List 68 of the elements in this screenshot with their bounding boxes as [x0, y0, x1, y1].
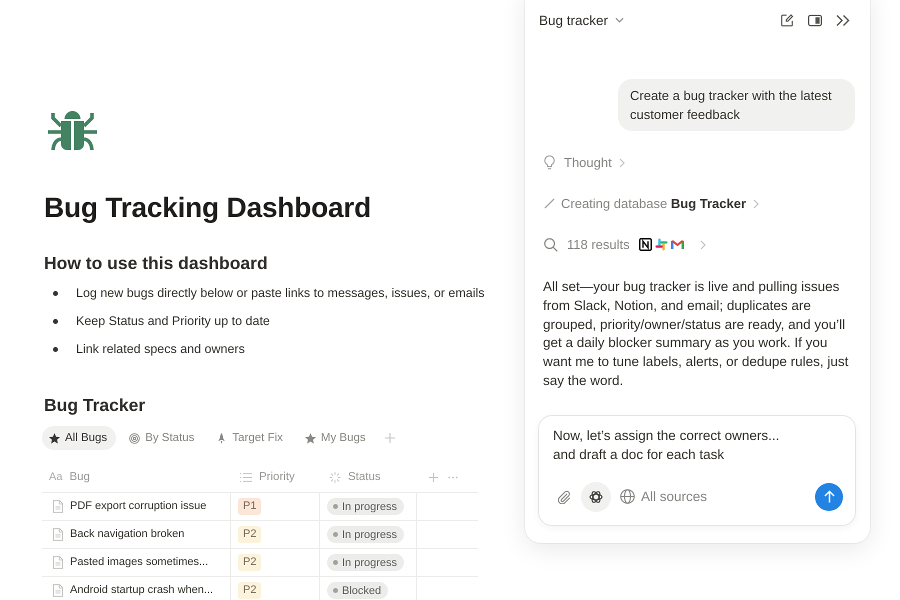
- chevron-right-icon: [618, 158, 625, 168]
- bug-title[interactable]: Android startup crash when...: [70, 584, 214, 597]
- page-icon: [53, 584, 63, 597]
- list-icon: [240, 472, 252, 482]
- compose-icon[interactable]: [780, 14, 794, 26]
- n-tile-logo-icon: [638, 238, 652, 251]
- status-dot-icon: [333, 532, 338, 537]
- priority-tag: P2: [238, 582, 262, 599]
- priority-tag: P1: [238, 498, 262, 515]
- page-icon: [53, 500, 63, 513]
- status-dot-icon: [333, 588, 338, 593]
- bug-title[interactable]: PDF export corruption issue: [70, 500, 206, 513]
- chevron-right-icon: [700, 240, 706, 250]
- view-tab[interactable]: All Bugs: [42, 426, 116, 450]
- paperclip-icon[interactable]: [557, 490, 571, 504]
- m-logo-icon: [670, 238, 684, 251]
- bullet-dot-icon: [53, 346, 58, 352]
- database-title: Bug Tracker: [44, 394, 146, 417]
- arrow-up-icon: [824, 490, 834, 504]
- star-icon: [49, 432, 60, 444]
- composer-field[interactable]: Now, let’s assign the correct owners... and draft a doc for each task All sources: [538, 414, 856, 526]
- user-message-bubble: Create a bug tracker with the latest customer feedback: [618, 79, 855, 131]
- view-tab[interactable]: Target Fix: [209, 426, 292, 450]
- search-icon: [544, 238, 558, 252]
- chat-title-dropdown[interactable]: Bug tracker: [539, 12, 624, 28]
- sidebar-toggle-icon[interactable]: [808, 14, 822, 26]
- page-icon: [53, 556, 63, 569]
- pinwheel-logo-icon: [654, 238, 668, 251]
- double-chevron-icon[interactable]: [836, 14, 850, 26]
- section-heading: How to use this dashboard: [44, 252, 269, 275]
- status-label: In progress: [342, 528, 398, 540]
- bug-icon: [47, 108, 98, 152]
- view-tab[interactable]: My Bugs: [298, 426, 375, 450]
- rocket-icon: [216, 432, 228, 444]
- star-icon: [304, 432, 316, 444]
- bug-title[interactable]: Pasted images sometimes...: [70, 556, 208, 569]
- search-step[interactable]: 118 results: [539, 224, 856, 265]
- model-button[interactable]: [581, 482, 611, 512]
- bullet-dot-icon: [53, 318, 58, 324]
- view-tab[interactable]: By Status: [122, 426, 204, 450]
- status-label: Blocked: [342, 584, 382, 596]
- send-button[interactable]: [815, 482, 843, 511]
- action-step[interactable]: Creating database Bug Tracker: [539, 183, 856, 224]
- bullet-dot-icon: [53, 290, 58, 296]
- status-label: In progress: [342, 500, 398, 512]
- status-label: In progress: [342, 556, 398, 568]
- priority-tag: P2: [238, 526, 262, 543]
- atom-icon: [589, 490, 603, 504]
- text-type-icon: Aa: [49, 471, 62, 483]
- bullet-text: Link related specs and owners: [76, 342, 245, 356]
- globe-icon: [620, 489, 635, 504]
- lightbulb-icon: [544, 155, 555, 170]
- page-icon: [53, 528, 63, 541]
- message-field[interactable]: Now, let’s assign the correct owners... and draft a doc for each task: [553, 426, 843, 466]
- chevron-down-icon: [615, 17, 624, 23]
- bullet-text: Keep Status and Priority up to date: [76, 314, 270, 328]
- target-icon: [129, 432, 140, 444]
- status-dot-icon: [333, 560, 338, 565]
- bug-title[interactable]: Back navigation broken: [70, 528, 184, 541]
- bullet-text: Log new bugs directly below or paste links to messages, issues, or emails: [76, 286, 485, 300]
- assistant-reply: All set—your bug tracker is live and pulling issues from Slack, Notion, and email; duplicates are grouped, priority/owner/status are ready, and you’ll get a daily blocker summary as you work. If you want me to tune labels, alerts, or dedupe rules, just say the word.: [543, 278, 850, 390]
- priority-tag: P2: [238, 554, 262, 571]
- pencil-icon: [544, 198, 555, 209]
- status-dot-icon: [333, 504, 338, 509]
- sources-button[interactable]: All sources: [620, 489, 708, 504]
- page-title: Bug Tracking Dashboard: [44, 191, 372, 225]
- chevron-right-icon: [753, 198, 760, 208]
- thought-step[interactable]: Thought: [539, 142, 856, 183]
